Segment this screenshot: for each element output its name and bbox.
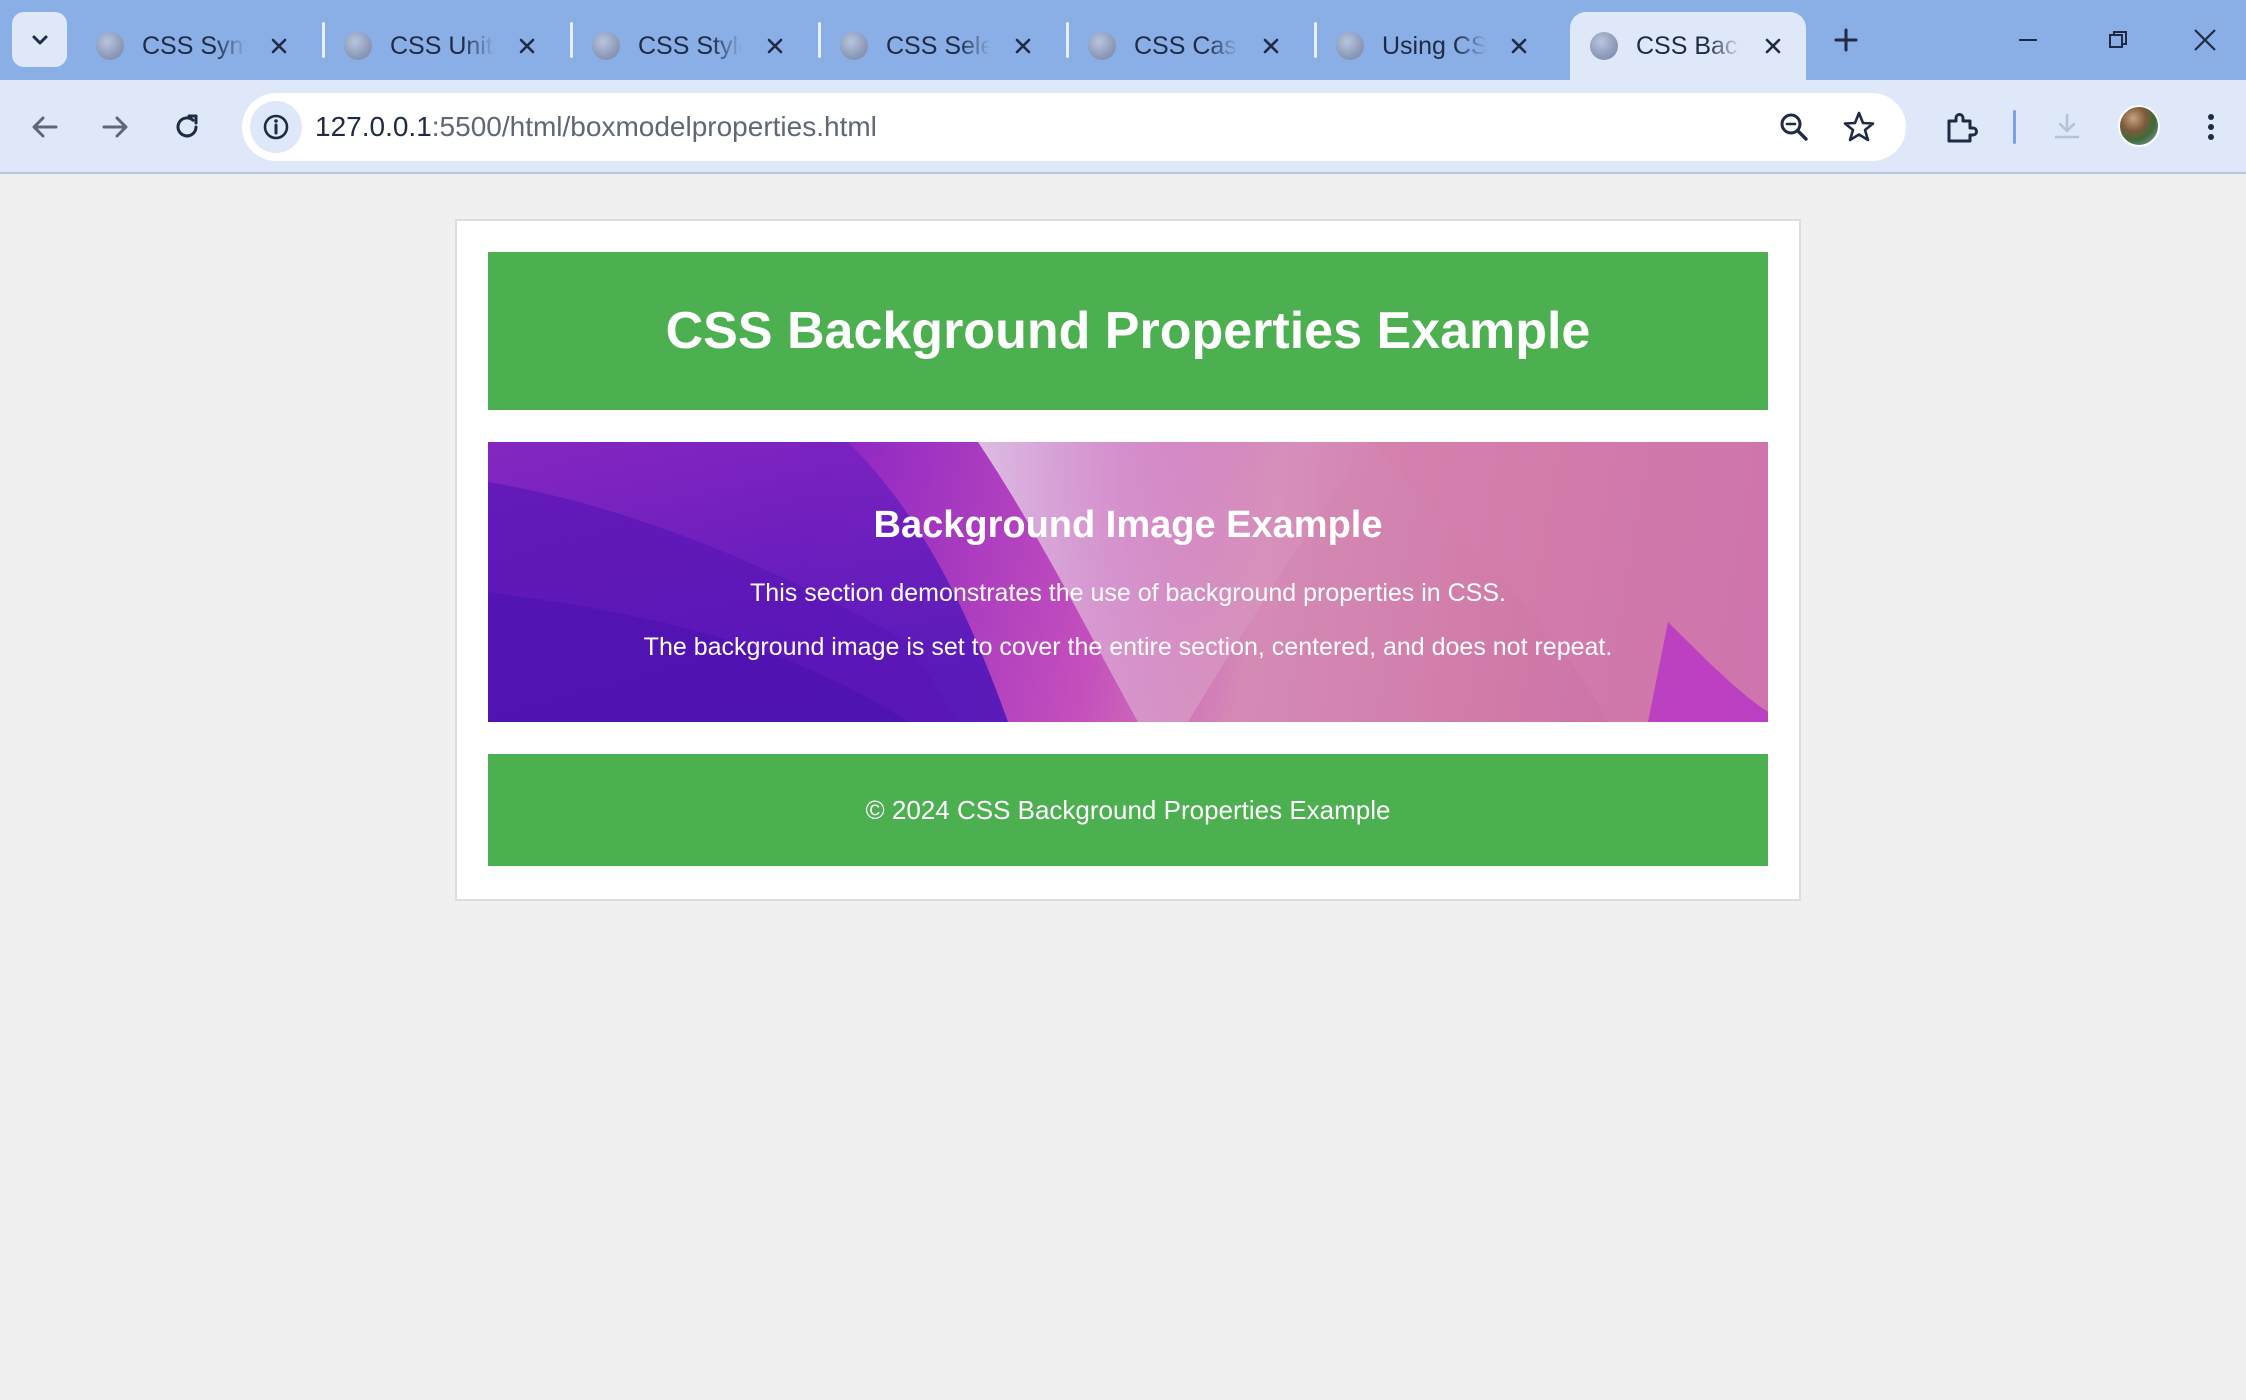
close-icon (1511, 38, 1527, 54)
tab-css-cascade[interactable]: CSS Cascade (1054, 12, 1304, 80)
arrow-right-icon (102, 116, 128, 138)
download-icon (2054, 113, 2080, 139)
close-icon (1765, 38, 1781, 54)
tab-css-background[interactable]: CSS Background (1570, 12, 1806, 80)
downloads-button[interactable] (2042, 102, 2092, 152)
forward-button[interactable] (90, 102, 140, 152)
footer-text: © 2024 CSS Background Properties Example (865, 794, 1391, 825)
chevron-down-icon (32, 35, 47, 44)
close-icon (519, 38, 535, 54)
reload-button[interactable] (162, 102, 212, 152)
page-header: CSS Background Properties Example (488, 252, 1768, 410)
minimize-icon (2019, 39, 2037, 41)
tab-close-button[interactable] (1504, 31, 1534, 61)
tab-title: CSS Styles (638, 31, 742, 60)
tab-search-button[interactable] (12, 12, 67, 67)
background-section-content: Background Image Example This section de… (488, 442, 1768, 722)
close-icon (767, 38, 783, 54)
restore-icon (2109, 31, 2127, 48)
tab-close-button[interactable] (1008, 31, 1038, 61)
browser-menu-button[interactable] (2186, 102, 2236, 152)
minimize-button[interactable] (1982, 0, 2074, 80)
tab-title: CSS Selectors (886, 31, 990, 60)
profile-avatar[interactable] (2118, 105, 2160, 147)
puzzle-icon (1947, 113, 1978, 143)
address-bar[interactable]: 127.0.0.1:5500/html/boxmodelproperties.h… (242, 93, 1906, 161)
content-container: CSS Background Properties Example Backgr… (455, 219, 1801, 901)
close-window-button[interactable] (2164, 0, 2246, 80)
tab-css-units[interactable]: CSS Units (310, 12, 560, 80)
section-paragraph-1: This section demonstrates the use of bac… (750, 579, 1506, 607)
globe-icon (1590, 32, 1618, 60)
close-icon (2194, 29, 2216, 51)
back-button[interactable] (20, 102, 70, 152)
url-text[interactable]: 127.0.0.1:5500/html/boxmodelproperties.h… (315, 93, 877, 161)
tab-close-button[interactable] (1256, 31, 1286, 61)
tab-title: CSS Syntax (142, 31, 246, 60)
globe-icon (344, 32, 372, 60)
zoom-button[interactable] (1774, 107, 1814, 147)
page-title: CSS Background Properties Example (665, 302, 1591, 360)
close-icon (1263, 38, 1279, 54)
zoom-icon (1780, 113, 1808, 141)
tab-css-styles[interactable]: CSS Styles (558, 12, 808, 80)
browser-toolbar: 127.0.0.1:5500/html/boxmodelproperties.h… (0, 80, 2246, 174)
globe-icon (1088, 32, 1116, 60)
tab-using-css[interactable]: Using CSS (1302, 12, 1552, 80)
close-icon (271, 38, 287, 54)
background-image-section: Background Image Example This section de… (488, 442, 1768, 722)
toolbar-separator (2013, 110, 2016, 144)
section-paragraph-2: The background image is set to cover the… (643, 633, 1613, 661)
site-info-button[interactable] (250, 101, 302, 153)
globe-icon (96, 32, 124, 60)
url-host: 127.0.0.1 (315, 111, 432, 142)
tab-title: Using CSS (1382, 31, 1486, 60)
tab-title: CSS Background (1636, 31, 1740, 60)
tab-close-button[interactable] (264, 31, 294, 61)
close-icon (1015, 38, 1031, 54)
info-icon (263, 114, 289, 140)
new-tab-button[interactable] (1826, 20, 1866, 60)
star-icon (1843, 111, 1875, 142)
globe-icon (592, 32, 620, 60)
bookmark-button[interactable] (1839, 107, 1879, 147)
restore-button[interactable] (2072, 0, 2164, 80)
page-viewport: CSS Background Properties Example Backgr… (0, 174, 2246, 1400)
section-heading: Background Image Example (873, 504, 1383, 546)
tab-title: CSS Units (390, 31, 494, 60)
globe-icon (840, 32, 868, 60)
url-path: :5500/html/boxmodelproperties.html (431, 111, 877, 142)
reload-icon (176, 114, 198, 138)
tab-title: CSS Cascade (1134, 31, 1238, 60)
tab-close-button[interactable] (512, 31, 542, 61)
globe-icon (1336, 32, 1364, 60)
plus-icon (1834, 28, 1858, 52)
tab-css-selectors[interactable]: CSS Selectors (806, 12, 1056, 80)
extensions-button[interactable] (1936, 102, 1986, 152)
tab-strip: CSS Syntax CSS Units CSS Styles CSS Sele… (0, 0, 2246, 80)
tab-close-button[interactable] (1758, 31, 1788, 61)
arrow-left-icon (32, 116, 58, 138)
tab-css-syntax[interactable]: CSS Syntax (62, 12, 312, 80)
page-footer: © 2024 CSS Background Properties Example (488, 754, 1768, 866)
kebab-menu-icon (2208, 114, 2214, 140)
tab-close-button[interactable] (760, 31, 790, 61)
